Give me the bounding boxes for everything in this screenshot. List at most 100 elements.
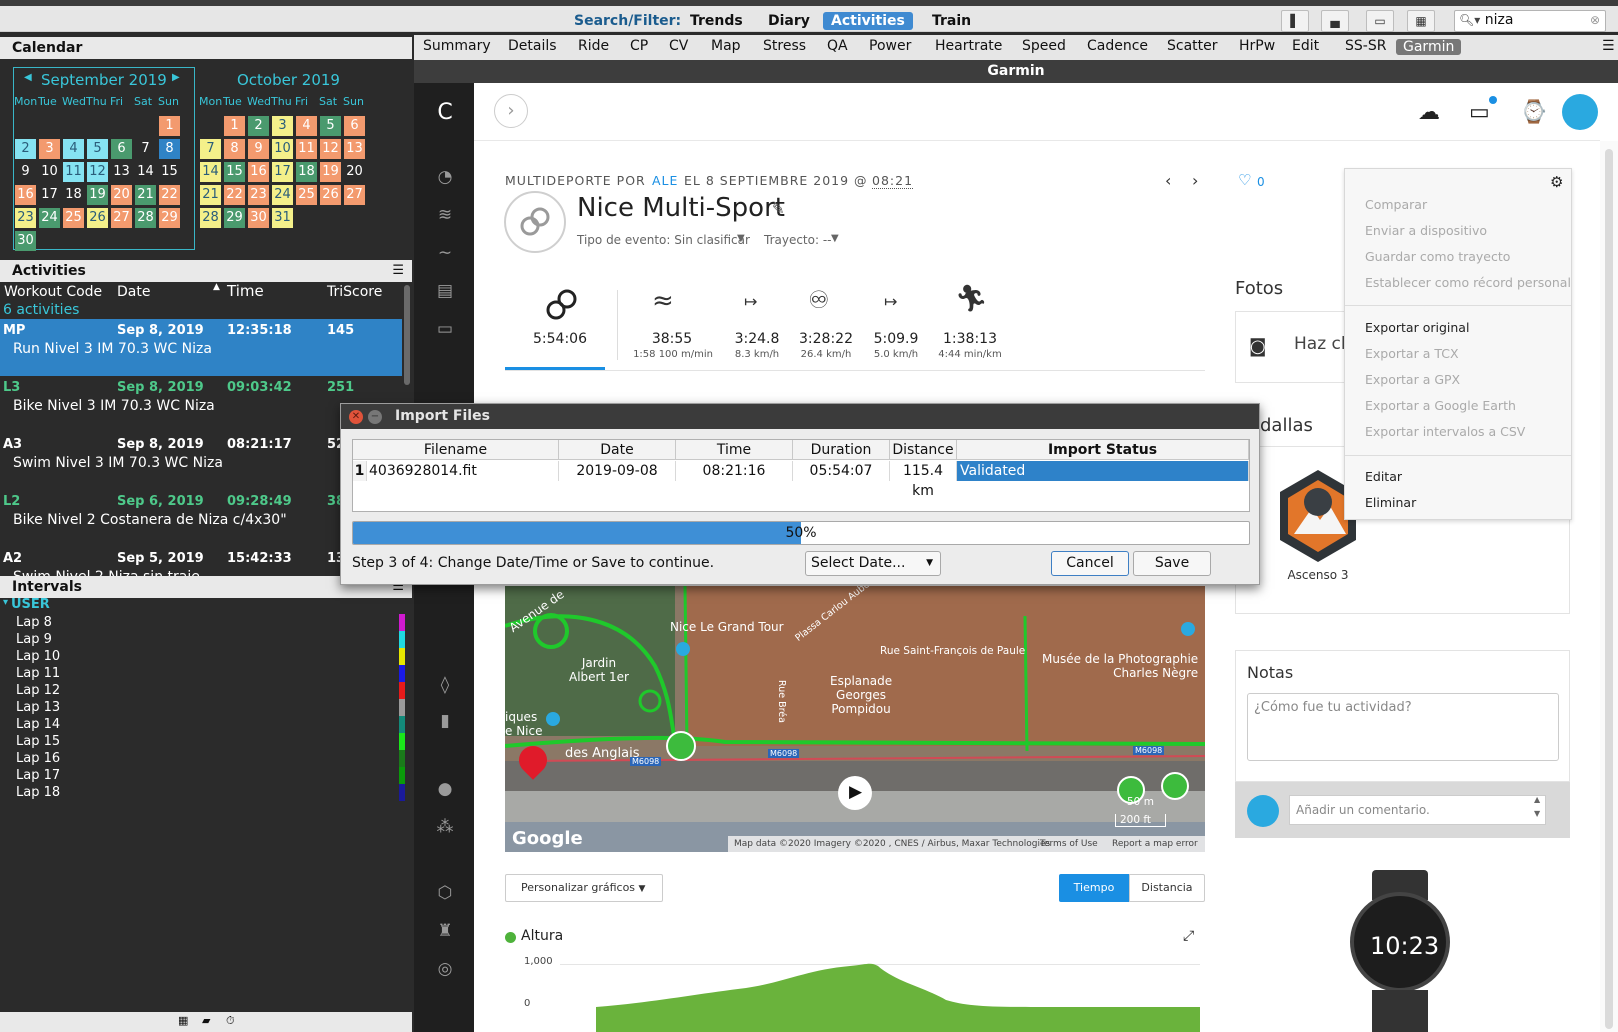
next-activity-icon[interactable]: ›: [1192, 171, 1198, 190]
run-icon[interactable]: 🏃︎: [955, 284, 988, 314]
like-heart-icon[interactable]: ♡: [1238, 171, 1251, 189]
calendar-day-oct[interactable]: [344, 208, 365, 228]
swim-icon[interactable]: ≈: [652, 286, 674, 316]
calendar-day-oct[interactable]: [200, 116, 221, 136]
bike-marker-icon[interactable]: [666, 731, 696, 761]
calendar-day-sep[interactable]: [111, 231, 132, 251]
calendar-day-sep[interactable]: 10: [39, 162, 60, 182]
calendar-day-oct[interactable]: 15: [224, 162, 245, 182]
multisport-stat-icon[interactable]: [540, 283, 584, 327]
reports-icon[interactable]: ▭: [434, 319, 456, 341]
calendar-day-sep[interactable]: [135, 231, 156, 251]
calendar-day-sep[interactable]: [135, 116, 156, 136]
interval-lap[interactable]: Lap 14: [16, 717, 60, 732]
menu-edit[interactable]: Editar: [1365, 469, 1402, 484]
connections-icon[interactable]: ●: [434, 779, 456, 801]
calendar-small-icon[interactable]: ▦: [178, 1014, 188, 1027]
trophy-icon[interactable]: ♜: [434, 921, 456, 943]
cell-distance[interactable]: 115.4 km: [890, 461, 957, 499]
calendar-day-sep[interactable]: 18: [63, 185, 84, 205]
calendar-day-sep[interactable]: 13: [111, 162, 132, 182]
calendar-day-sep[interactable]: 21: [135, 185, 156, 205]
calendar-day-sep[interactable]: [111, 116, 132, 136]
tab-edit[interactable]: Edit: [1292, 38, 1319, 54]
toggle-bottom-icon[interactable]: ▄: [1321, 10, 1349, 32]
calendar-day-oct[interactable]: 11: [296, 139, 317, 159]
save-button[interactable]: Save: [1133, 551, 1211, 576]
activity-map[interactable]: Avenue de Nice Le Grand Tour Jardin Albe…: [505, 586, 1205, 852]
settings-nav-icon[interactable]: ◎: [434, 959, 456, 981]
calendar-day-sep[interactable]: 2: [15, 139, 36, 159]
calendar-day-oct[interactable]: 21: [200, 185, 221, 205]
customize-charts-button[interactable]: Personalizar gráficos ▼: [505, 874, 663, 902]
calendar-day-sep[interactable]: [87, 116, 108, 136]
col-workout-code[interactable]: Workout Code: [4, 284, 102, 300]
next-month-icon[interactable]: ▶: [172, 72, 180, 83]
activities-menu-icon[interactable]: ☰: [392, 263, 404, 278]
calendar-day-oct[interactable]: 9: [248, 139, 269, 159]
cancel-button[interactable]: Cancel: [1051, 551, 1129, 576]
activity-meta-time[interactable]: 08:21: [872, 173, 914, 189]
calendar-day-sep[interactable]: [63, 116, 84, 136]
col-distance[interactable]: Distance: [890, 440, 957, 460]
calendar-day-oct[interactable]: 12: [320, 139, 341, 159]
interval-lap[interactable]: Lap 16: [16, 751, 60, 766]
calendar-day-sep[interactable]: 6: [111, 139, 132, 159]
calendar-day-sep[interactable]: 17: [39, 185, 60, 205]
insights-icon[interactable]: ◊: [434, 675, 456, 697]
calendar-day-oct[interactable]: 10: [272, 139, 293, 159]
comment-input[interactable]: Añadir un comentario. ▲ ▼: [1289, 795, 1546, 825]
col-filename[interactable]: Filename: [353, 440, 559, 460]
calendar-day-sep[interactable]: [39, 231, 60, 251]
interval-lap[interactable]: Lap 10: [16, 649, 60, 664]
cell-duration[interactable]: 05:54:07: [793, 461, 890, 481]
edit-title-icon[interactable]: ✎: [772, 200, 785, 218]
timer-icon[interactable]: ⏱: [226, 1014, 235, 1028]
menu-export-original[interactable]: Exportar original: [1365, 320, 1469, 335]
inbox-icon[interactable]: ▭: [1469, 100, 1490, 125]
tab-trends[interactable]: Trends: [682, 12, 751, 30]
toggle-time-button[interactable]: Tiempo: [1059, 874, 1129, 902]
route-caret-icon[interactable]: ▼: [831, 233, 839, 244]
tab-summary[interactable]: Summary: [423, 38, 491, 54]
calendar-day-oct[interactable]: 6: [344, 116, 365, 136]
calendar-day-oct[interactable]: 22: [224, 185, 245, 205]
tab-qa[interactable]: QA: [827, 38, 848, 54]
tabbar-menu-icon[interactable]: ☰: [1602, 38, 1615, 54]
calendar-day-sep[interactable]: 27: [111, 208, 132, 228]
garmin-connect-logo-icon[interactable]: C: [434, 100, 456, 125]
avatar[interactable]: [1562, 94, 1598, 130]
interval-lap[interactable]: Lap 8: [16, 615, 52, 630]
calendar-day-oct[interactable]: 16: [248, 162, 269, 182]
device-watch-icon[interactable]: ⌚: [1520, 100, 1547, 125]
calendar-day-sep[interactable]: [63, 231, 84, 251]
map-report-link[interactable]: Report a map error: [1112, 836, 1198, 852]
tab-details[interactable]: Details: [508, 38, 557, 54]
calendar-day-sep[interactable]: 28: [135, 208, 156, 228]
calendar-day-sep[interactable]: [15, 116, 36, 136]
calendar-day-sep[interactable]: 15: [159, 162, 180, 182]
dashboard-icon[interactable]: ◔: [434, 167, 456, 189]
groups-icon[interactable]: ⁂: [434, 817, 456, 839]
intervals-group[interactable]: USER: [11, 597, 50, 612]
calendar-day-oct[interactable]: 7: [200, 139, 221, 159]
bike-icon[interactable]: ♾: [808, 286, 830, 314]
map-terms-link[interactable]: Terms of Use: [1040, 836, 1098, 852]
calendar-day-oct[interactable]: [320, 208, 341, 228]
calendar-day-oct[interactable]: 24: [272, 185, 293, 205]
play-button[interactable]: ▶: [838, 776, 872, 810]
tab-speed[interactable]: Speed: [1022, 38, 1066, 54]
tab-stress[interactable]: Stress: [763, 38, 806, 54]
tab-ss-sr[interactable]: SS-SR: [1345, 38, 1386, 54]
calendar-day-sep[interactable]: 3: [39, 139, 60, 159]
toggle-sidebar-icon[interactable]: ▌: [1281, 10, 1309, 32]
activity-meta-user[interactable]: ALE: [652, 173, 678, 188]
trend-icon[interactable]: ∼: [434, 243, 456, 265]
calendar-day-oct[interactable]: 14: [200, 162, 221, 182]
tab-diary[interactable]: Diary: [760, 12, 818, 30]
calendar-day-sep[interactable]: 9: [15, 162, 36, 182]
calendar-day-sep[interactable]: [87, 231, 108, 251]
tab-ride[interactable]: Ride: [578, 38, 609, 54]
calendar-day-sep[interactable]: 16: [15, 185, 36, 205]
tab-hrpw[interactable]: HrPw: [1239, 38, 1275, 54]
